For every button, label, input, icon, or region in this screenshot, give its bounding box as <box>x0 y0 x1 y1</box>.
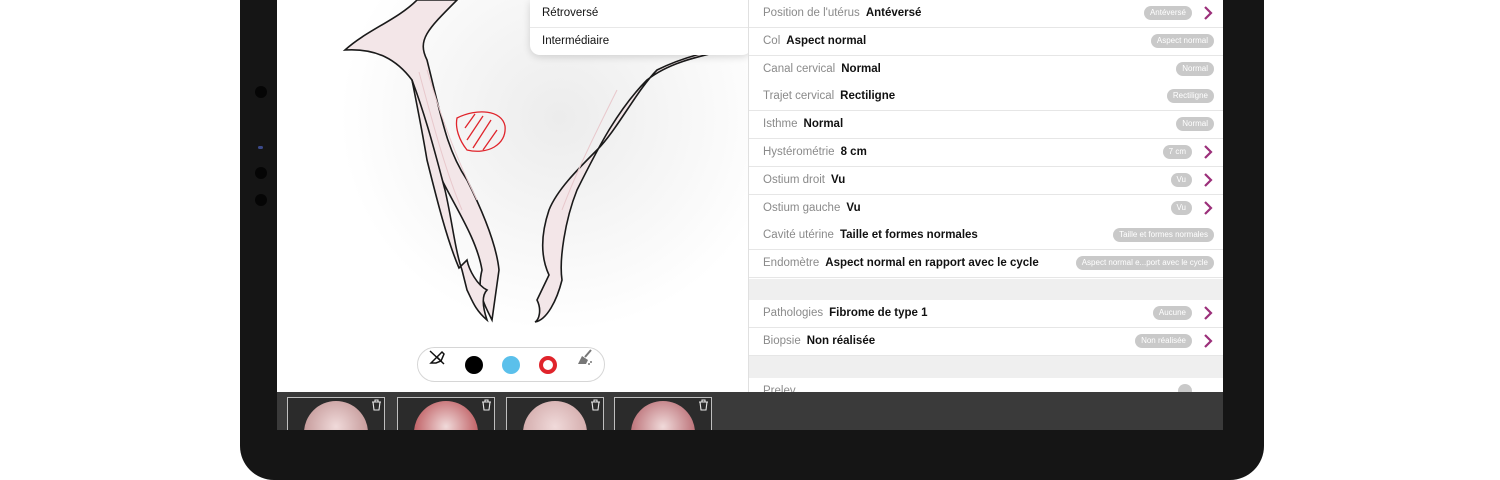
trash-icon[interactable] <box>698 399 709 411</box>
exam-row[interactable]: Col Aspect normal Aspect normal <box>749 27 1223 56</box>
drawing-toolbar <box>417 347 605 382</box>
row-text: Canal cervical Normal <box>763 63 881 75</box>
row-badge: Vu <box>1170 200 1192 215</box>
row-text: Hystérométrie 8 cm <box>763 146 867 158</box>
sensor-dot <box>255 167 267 179</box>
row-badge: Taille et formes normales <box>1113 228 1214 243</box>
chevron-right-icon[interactable] <box>1200 333 1216 349</box>
row-value: 8 cm <box>840 146 867 158</box>
thumbnail-3[interactable] <box>506 397 604 430</box>
exam-row[interactable]: Trajet cervical Rectiligne Rectiligne <box>749 83 1223 112</box>
row-text: Endomètre Aspect normal en rapport avec l… <box>763 257 1039 269</box>
row-value: Taille et formes normales <box>839 229 978 242</box>
camera-dot <box>255 86 267 98</box>
hysteroscopy-image <box>523 401 587 430</box>
thumbnail-1[interactable] <box>287 397 385 430</box>
row-label: Ostium gauche <box>763 201 841 214</box>
chevron-right-icon[interactable] <box>1200 172 1216 188</box>
exam-form-panel: Position de l'utérus Antéversé Antéversé Co… <box>748 0 1223 406</box>
row-label: Col <box>763 34 781 47</box>
exam-row[interactable]: Position de l'utérus Antéversé Antéversé <box>749 0 1223 28</box>
row-value: Normal <box>841 62 881 75</box>
row-text: Pathologies Fibrome de type 1 <box>763 307 928 319</box>
row-badge: 7 cm <box>1162 145 1192 159</box>
chevron-right-icon[interactable] <box>1200 200 1216 216</box>
row-value: Aspect normal en rapport avec le cycle <box>825 257 1039 270</box>
camera-led <box>258 146 263 149</box>
hysteroscopy-image <box>304 401 368 430</box>
row-label: Hystérométrie <box>763 146 835 158</box>
row-value: Normal <box>803 118 844 131</box>
row-badge: Vu <box>1170 172 1192 187</box>
app-screen: Rétroversé Intermédiaire Position de l'u… <box>277 0 1223 430</box>
row-label: Ostium droit <box>763 173 825 186</box>
row-label: Biopsie <box>763 335 801 347</box>
chevron-right-icon[interactable] <box>1200 5 1216 21</box>
blue-color-dot[interactable] <box>502 356 520 374</box>
row-text: Cavité utérine Taille et formes normales <box>763 229 978 241</box>
row-label: Isthme <box>763 118 798 131</box>
row-text: Position de l'utérus Antéversé <box>763 7 921 19</box>
drawing-canvas[interactable] <box>277 0 748 392</box>
row-label: Cavité utérine <box>763 229 834 242</box>
row-value: Aspect normal <box>786 34 867 47</box>
exam-row[interactable]: Canal cervical Normal Normal <box>749 55 1223 84</box>
exam-row[interactable]: Pathologies Fibrome de type 1 Aucune <box>749 300 1223 328</box>
row-badge: Aspect normal <box>1150 33 1214 48</box>
sensor-dot <box>255 194 267 206</box>
row-value: Vu <box>831 173 846 186</box>
section-separator <box>749 356 1223 378</box>
row-badge: Aucune <box>1152 306 1192 320</box>
trash-icon[interactable] <box>481 399 492 411</box>
row-text: Isthme Normal <box>763 118 843 130</box>
hysteroscopy-image <box>631 401 695 430</box>
thumbnail-2[interactable] <box>397 397 495 430</box>
row-badge: Normal <box>1176 117 1214 132</box>
row-label: Position de l'utérus <box>763 7 860 19</box>
exam-row[interactable]: Endomètre Aspect normal en rapport avec l… <box>749 250 1223 279</box>
row-text: Biopsie Non réalisée <box>763 335 875 347</box>
row-value: Fibrome de type 1 <box>829 307 928 319</box>
chevron-right-icon[interactable] <box>1200 305 1216 321</box>
row-value: Vu <box>846 201 861 214</box>
row-text: Col Aspect normal <box>763 35 866 47</box>
exam-row[interactable]: Ostium droit Vu Vu <box>749 166 1223 195</box>
thumbnail-4[interactable] <box>614 397 712 430</box>
row-value: Non réalisée <box>806 335 876 347</box>
row-badge: Normal <box>1176 61 1214 76</box>
exam-row[interactable]: Ostium gauche Vu Vu <box>749 194 1223 223</box>
exam-row[interactable]: Isthme Normal Normal <box>749 111 1223 140</box>
row-text: Ostium gauche Vu <box>763 202 861 214</box>
red-color-dot[interactable] <box>539 356 557 374</box>
clear-drawing-icon[interactable] <box>576 348 594 366</box>
black-color-dot[interactable] <box>465 356 483 374</box>
popup-option-intermediaire[interactable]: Intermédiaire <box>530 28 752 55</box>
exam-row[interactable]: Hystérométrie 8 cm 7 cm <box>749 139 1223 167</box>
row-label: Canal cervical <box>763 62 836 75</box>
uterus-diagram <box>342 0 748 323</box>
exam-row[interactable]: Cavité utérine Taille et formes normales T… <box>749 222 1223 251</box>
popup-option-retroverse[interactable]: Rétroversé <box>530 0 752 28</box>
image-thumbnail-bar <box>277 392 1223 430</box>
uterus-position-popup: Rétroversé Intermédiaire <box>530 0 752 55</box>
row-label: Trajet cervical <box>763 90 835 103</box>
row-value: Antéversé <box>865 7 922 19</box>
section-separator <box>749 279 1223 300</box>
row-badge: Aspect normal e...port avec le cycle <box>1075 256 1214 271</box>
trash-icon[interactable] <box>590 399 601 411</box>
row-text: Ostium droit Vu <box>763 174 845 186</box>
row-label: Pathologies <box>763 307 824 319</box>
exam-row[interactable]: Biopsie Non réalisée Non réalisée <box>749 328 1223 356</box>
row-badge: Antéversé <box>1143 6 1192 20</box>
eraser-tool-icon[interactable] <box>428 348 446 366</box>
row-value: Rectiligne <box>840 90 896 103</box>
row-label: Endomètre <box>763 257 820 270</box>
row-badge: Rectiligne <box>1166 89 1214 104</box>
row-badge: Non réalisée <box>1135 334 1192 348</box>
chevron-right-icon[interactable] <box>1200 144 1216 160</box>
hysteroscopy-image <box>414 401 478 430</box>
trash-icon[interactable] <box>371 399 382 411</box>
row-text: Trajet cervical Rectiligne <box>763 90 895 102</box>
